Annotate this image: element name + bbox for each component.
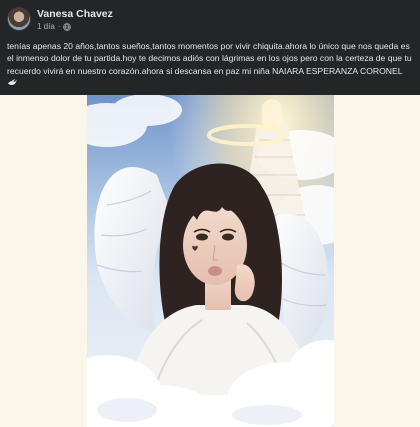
post-text: tenías apenas 20 años,tantos sueños,tant… [7,40,413,89]
post-time[interactable]: 1 día [37,22,55,31]
dove-icon [7,78,18,86]
post-card: Vanesa Chavez 1 día · tenías apenas 20 a… [0,0,420,95]
post-meta: 1 día · [37,22,72,31]
post-header: Vanesa Chavez 1 día · [0,0,420,36]
author-name[interactable]: Vanesa Chavez [37,8,113,20]
avatar[interactable] [7,7,31,31]
post-message: tenías apenas 20 años,tantos sueños,tant… [7,41,412,76]
globe-icon[interactable] [63,22,72,31]
meta-separator: · [57,22,61,31]
angel-memorial-image[interactable] [87,95,334,427]
